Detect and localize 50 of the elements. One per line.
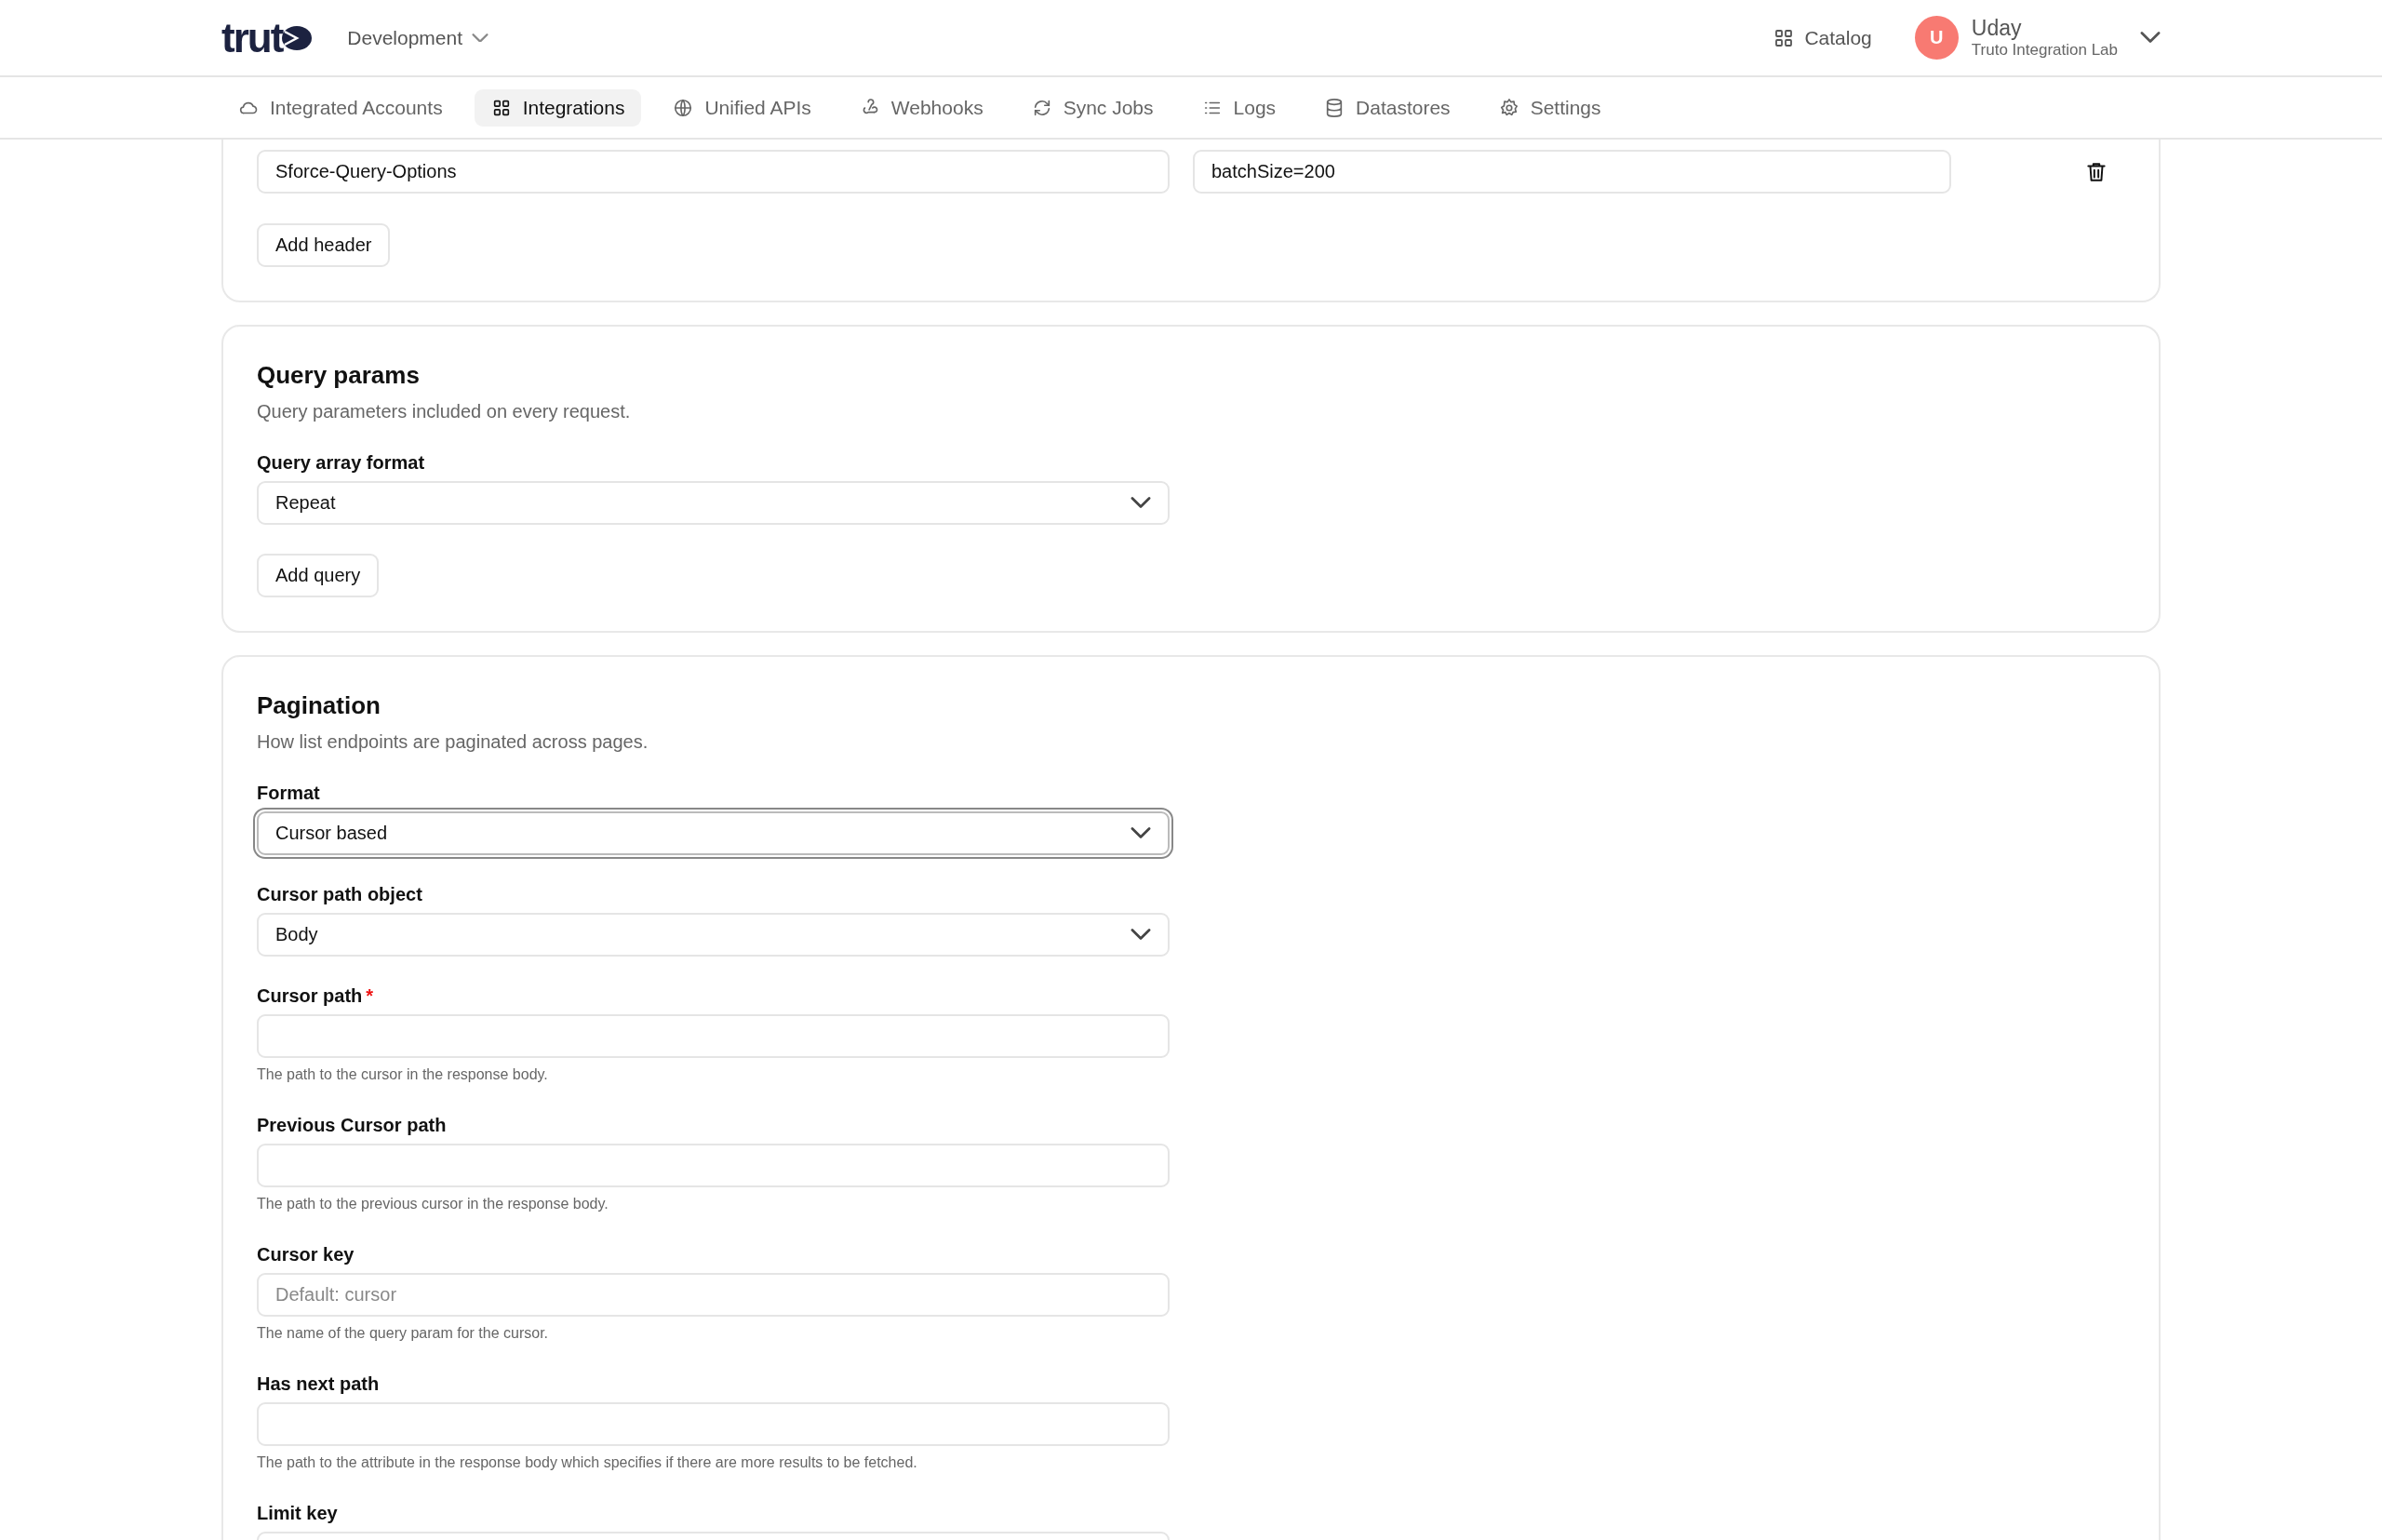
text-field[interactable]: Default: cursor — [257, 1273, 1170, 1317]
field-label: Format — [257, 782, 320, 805]
logo-text: trut — [221, 17, 283, 59]
field-label: Has next path — [257, 1373, 380, 1396]
environment-dropdown[interactable]: Development — [347, 26, 489, 49]
section-title: Pagination — [257, 690, 381, 721]
helper-text: The path to the cursor in the response body. — [257, 1065, 549, 1084]
select-field[interactable]: Repeat — [257, 481, 1170, 525]
header-name-field[interactable]: Sforce-Query-Options — [257, 150, 1170, 194]
section-description: How list endpoints are paginated across pages. — [257, 730, 649, 754]
logo-icon — [282, 25, 313, 50]
field-label: Cursor path object — [257, 883, 422, 906]
nav-tab[interactable]: Webhooks — [842, 88, 1000, 127]
nav-tab[interactable]: Datastores — [1307, 88, 1467, 127]
text-field[interactable] — [257, 1014, 1170, 1058]
field-label: Limit key — [257, 1502, 338, 1525]
text-field[interactable] — [257, 1402, 1170, 1446]
nav-tab[interactable]: Sync Jobs — [1014, 88, 1171, 127]
helper-text: The path to the previous cursor in the response body. — [257, 1195, 609, 1213]
chevron-down-icon — [472, 33, 489, 43]
user-name: Uday — [1971, 16, 2023, 41]
text-field[interactable] — [257, 1144, 1170, 1187]
organization-name: Truto Integration Lab — [1971, 41, 2118, 60]
add-query-button[interactable]: Add query — [257, 554, 380, 597]
select-field[interactable]: Body — [257, 913, 1170, 957]
field-label: Previous Cursor path — [257, 1114, 447, 1137]
required-mark: * — [366, 984, 374, 1008]
helper-text: The path to the attribute in the response body which specifies if there are more results to be fetched. — [257, 1453, 918, 1472]
nav-tab[interactable]: Integrations — [474, 88, 642, 127]
avatar: U — [1914, 16, 1959, 60]
nav-tab[interactable]: Settings — [1481, 88, 1618, 127]
header-value-field[interactable]: batchSize=200 — [1193, 150, 1951, 194]
field-label: Cursor key — [257, 1243, 355, 1266]
chevron-down-icon — [1131, 497, 1151, 509]
field-label: Cursor path — [257, 984, 363, 1008]
globe-icon — [673, 97, 694, 118]
settings-icon — [1498, 97, 1519, 118]
helper-text: The name of the query param for the cursor. — [257, 1324, 550, 1343]
section-title: Query params — [257, 360, 421, 391]
user-menu[interactable]: U Uday Truto Integration Lab — [1914, 16, 2161, 60]
section-description: Query parameters included on every request. — [257, 400, 632, 423]
chevron-down-icon — [2140, 32, 2161, 44]
nav-tab[interactable]: Integrated Accounts — [221, 88, 460, 127]
field-label: Query array format — [257, 451, 425, 475]
catalog-button[interactable]: Catalog — [1767, 25, 1878, 50]
chevron-down-icon — [1131, 929, 1151, 941]
nav-tab[interactable]: Logs — [1184, 88, 1293, 127]
nav-tab[interactable]: Unified APIs — [656, 88, 828, 127]
chevron-down-icon — [1131, 827, 1151, 839]
add-header-button[interactable]: Add header — [257, 223, 391, 267]
